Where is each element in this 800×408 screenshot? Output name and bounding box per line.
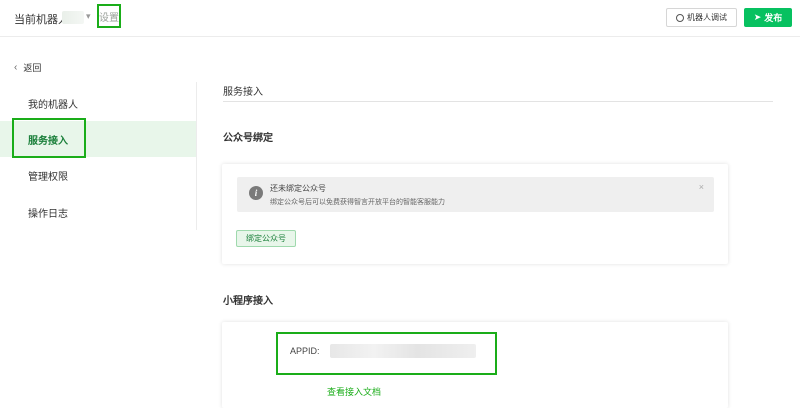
sidebar-item-service-access[interactable]: 服务接入 [0, 121, 196, 157]
sidebar-item-permissions[interactable]: 管理权限 [0, 157, 196, 193]
sidebar-item-label: 服务接入 [28, 135, 68, 147]
bind-official-account-button[interactable]: 绑定公众号 [236, 230, 296, 247]
back-link[interactable]: ‹ 返回 [14, 61, 41, 74]
robot-debug-button[interactable]: 机器人调试 [666, 8, 737, 27]
send-icon: ➤ [753, 12, 762, 22]
info-icon: i [249, 186, 263, 200]
sidebar-divider [196, 82, 197, 230]
alert-description: 绑定公众号后可以免费获得智言开放平台的智能客服能力 [270, 199, 445, 206]
current-robot-label: 当前机器人 [14, 14, 69, 26]
official-account-title: 公众号绑定 [223, 133, 273, 144]
tab-settings[interactable]: 设置 [97, 4, 121, 28]
appid-value-redacted [330, 344, 476, 358]
sidebar-item-operation-log[interactable]: 操作日志 [0, 194, 196, 230]
publish-button[interactable]: ➤ 发布 [744, 8, 792, 27]
mini-program-title: 小程序接入 [223, 296, 273, 307]
appid-label: APPID: [290, 346, 320, 356]
divider [223, 101, 773, 102]
robot-name-redacted[interactable] [62, 11, 84, 24]
chevron-down-icon[interactable]: ▾ [86, 11, 91, 22]
publish-label: 发布 [764, 13, 783, 23]
sidebar-item-label: 操作日志 [28, 208, 68, 220]
sidebar-item-my-robots[interactable]: 我的机器人 [0, 85, 196, 121]
sidebar-item-label: 管理权限 [28, 171, 68, 183]
page-title: 服务接入 [223, 87, 263, 98]
view-docs-link[interactable]: 查看接入文档 [327, 385, 381, 398]
sidebar-item-label: 我的机器人 [28, 99, 78, 111]
top-bar: 当前机器人 ▾ 设置 机器人调试 ➤ 发布 [0, 0, 800, 37]
close-icon[interactable]: × [699, 182, 704, 192]
robot-debug-label: 机器人调试 [687, 13, 727, 22]
chat-icon [676, 13, 684, 22]
alert-title: 还未绑定公众号 [270, 184, 326, 193]
back-label: 返回 [23, 63, 42, 73]
unbound-alert: i 还未绑定公众号 绑定公众号后可以免费获得智言开放平台的智能客服能力 × [237, 177, 714, 212]
chevron-left-icon: ‹ [14, 62, 18, 73]
